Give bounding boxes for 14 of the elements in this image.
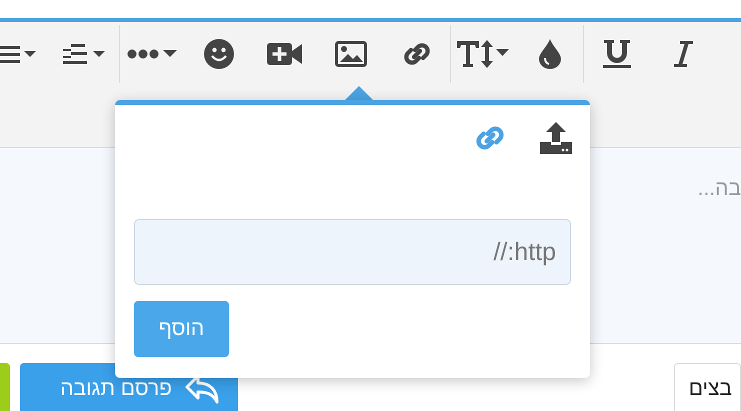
droplet-icon	[539, 39, 561, 69]
text-size-icon	[456, 39, 512, 69]
url-input-field[interactable]: http://	[134, 219, 571, 285]
add-button[interactable]: הוסף	[134, 301, 229, 357]
more-icon	[127, 47, 179, 61]
editor-placeholder: בה...	[698, 176, 741, 202]
underline-icon	[603, 39, 631, 69]
video-icon	[267, 41, 303, 67]
upload-icon	[539, 121, 573, 155]
image-icon	[335, 41, 367, 67]
upload-tab[interactable]	[537, 119, 575, 157]
italic-icon	[672, 40, 694, 68]
side-button[interactable]: בצים	[674, 363, 741, 411]
smiley-icon	[204, 39, 234, 69]
